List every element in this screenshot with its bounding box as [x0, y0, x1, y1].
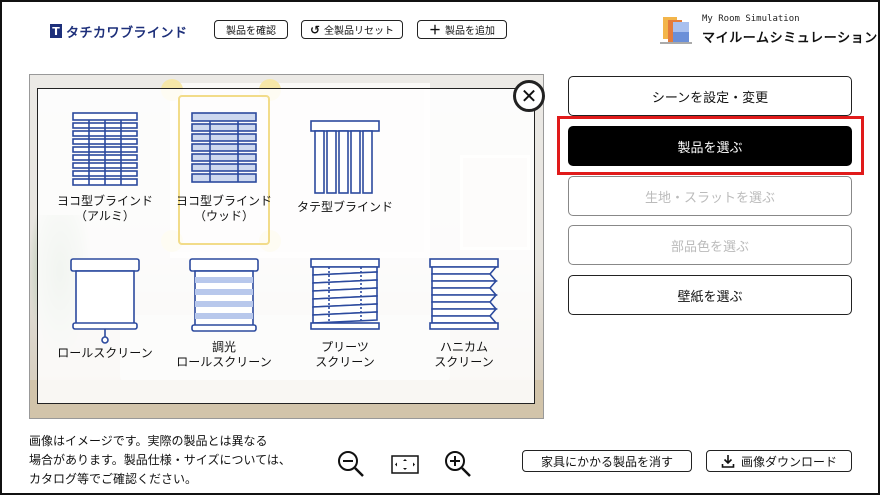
product-option[interactable]: ロールスクリーン: [45, 256, 165, 361]
menu-select-product[interactable]: 製品を選ぶ: [568, 126, 852, 166]
product-label: ヨコ型ブラインド （ウッド）: [175, 194, 272, 223]
menu-select-fabric: 生地・スラットを選ぶ: [568, 176, 852, 216]
menu-select-wallpaper[interactable]: 壁紙を選ぶ: [568, 275, 852, 315]
product-option[interactable]: タテ型ブラインド: [285, 118, 405, 215]
disclaimer-note: 画像はイメージです。実際の製品とは異なる 場合があります。製品仕様・サイズについ…: [29, 432, 309, 489]
product-option[interactable]: プリーツ スクリーン: [285, 256, 405, 370]
check-products-button[interactable]: 製品を確認: [214, 20, 288, 39]
product-option[interactable]: 調光 ロールスクリーン: [164, 256, 284, 370]
menu-label: 壁紙を選ぶ: [677, 289, 743, 305]
menu-select-part-color: 部品色を選ぶ: [568, 225, 852, 265]
menu-label: 製品を選ぶ: [677, 140, 743, 156]
vertical-blind-icon: [310, 120, 380, 194]
add-product-label: 製品を追加: [445, 26, 495, 37]
undo-icon: ↺: [309, 22, 321, 37]
brand-title: マイルームシミュレーション: [702, 31, 878, 46]
menu-set-scene[interactable]: シーンを設定・変更: [568, 76, 852, 116]
venetian-wood-blind-icon: [191, 112, 257, 183]
logo-text: タチカワブラインド: [66, 25, 188, 41]
zoom-in-icon[interactable]: [443, 449, 473, 479]
note-line: カタログ等でご確認ください。: [29, 472, 198, 486]
fit-screen-icon[interactable]: [390, 449, 420, 479]
download-icon: [721, 455, 735, 468]
check-products-label: 製品を確認: [226, 26, 276, 37]
company-logo: T タチカワブラインド: [50, 22, 188, 41]
pleated-screen-icon: [310, 258, 380, 330]
reset-all-button[interactable]: ↺ 全製品リセット: [301, 20, 403, 39]
plus-icon: ＋: [428, 23, 441, 37]
add-product-button[interactable]: ＋ 製品を追加: [417, 20, 507, 39]
honeycomb-screen-icon: [429, 258, 499, 330]
menu-label: シーンを設定・変更: [651, 90, 769, 106]
roller-screen-icon: [70, 258, 140, 344]
product-label: ハニカム スクリーン: [434, 340, 494, 369]
menu-label: 部品色を選ぶ: [670, 239, 749, 255]
hide-furniture-products-button[interactable]: 家具にかかる製品を消す: [522, 450, 692, 472]
product-label: 調光 ロールスクリーン: [176, 340, 272, 369]
logo-mark: T: [50, 24, 62, 38]
note-line: 場合があります。製品仕様・サイズについては、: [29, 453, 291, 467]
dimming-roller-screen-icon: [189, 258, 259, 332]
product-option[interactable]: ヨコ型ブラインド （アルミ）: [45, 110, 165, 224]
venetian-aluminum-blind-icon: [72, 112, 138, 186]
product-label: ロールスクリーン: [57, 346, 153, 360]
menu-label: 生地・スラットを選ぶ: [644, 190, 775, 206]
zoom-out-icon[interactable]: [336, 449, 366, 479]
hide-furniture-label: 家具にかかる製品を消す: [540, 454, 673, 469]
product-label: プリーツ スクリーン: [315, 340, 375, 369]
room-simulation-logo-icon: [660, 17, 692, 44]
app-brand: My Room Simulation マイルームシミュレーション: [660, 14, 877, 46]
reset-all-label: 全製品リセット: [324, 26, 395, 37]
product-option[interactable]: ハニカム スクリーン: [404, 256, 524, 370]
close-icon[interactable]: ✕: [513, 80, 545, 112]
product-label: ヨコ型ブラインド （アルミ）: [56, 194, 153, 223]
brand-subtitle: My Room Simulation: [702, 14, 800, 24]
image-download-button[interactable]: 画像ダウンロード: [706, 450, 852, 472]
product-label: タテ型ブラインド: [296, 200, 393, 214]
product-option[interactable]: ヨコ型ブラインド （ウッド）: [164, 110, 284, 224]
note-line: 画像はイメージです。実際の製品とは異なる: [29, 434, 268, 448]
download-label: 画像ダウンロード: [740, 454, 837, 469]
